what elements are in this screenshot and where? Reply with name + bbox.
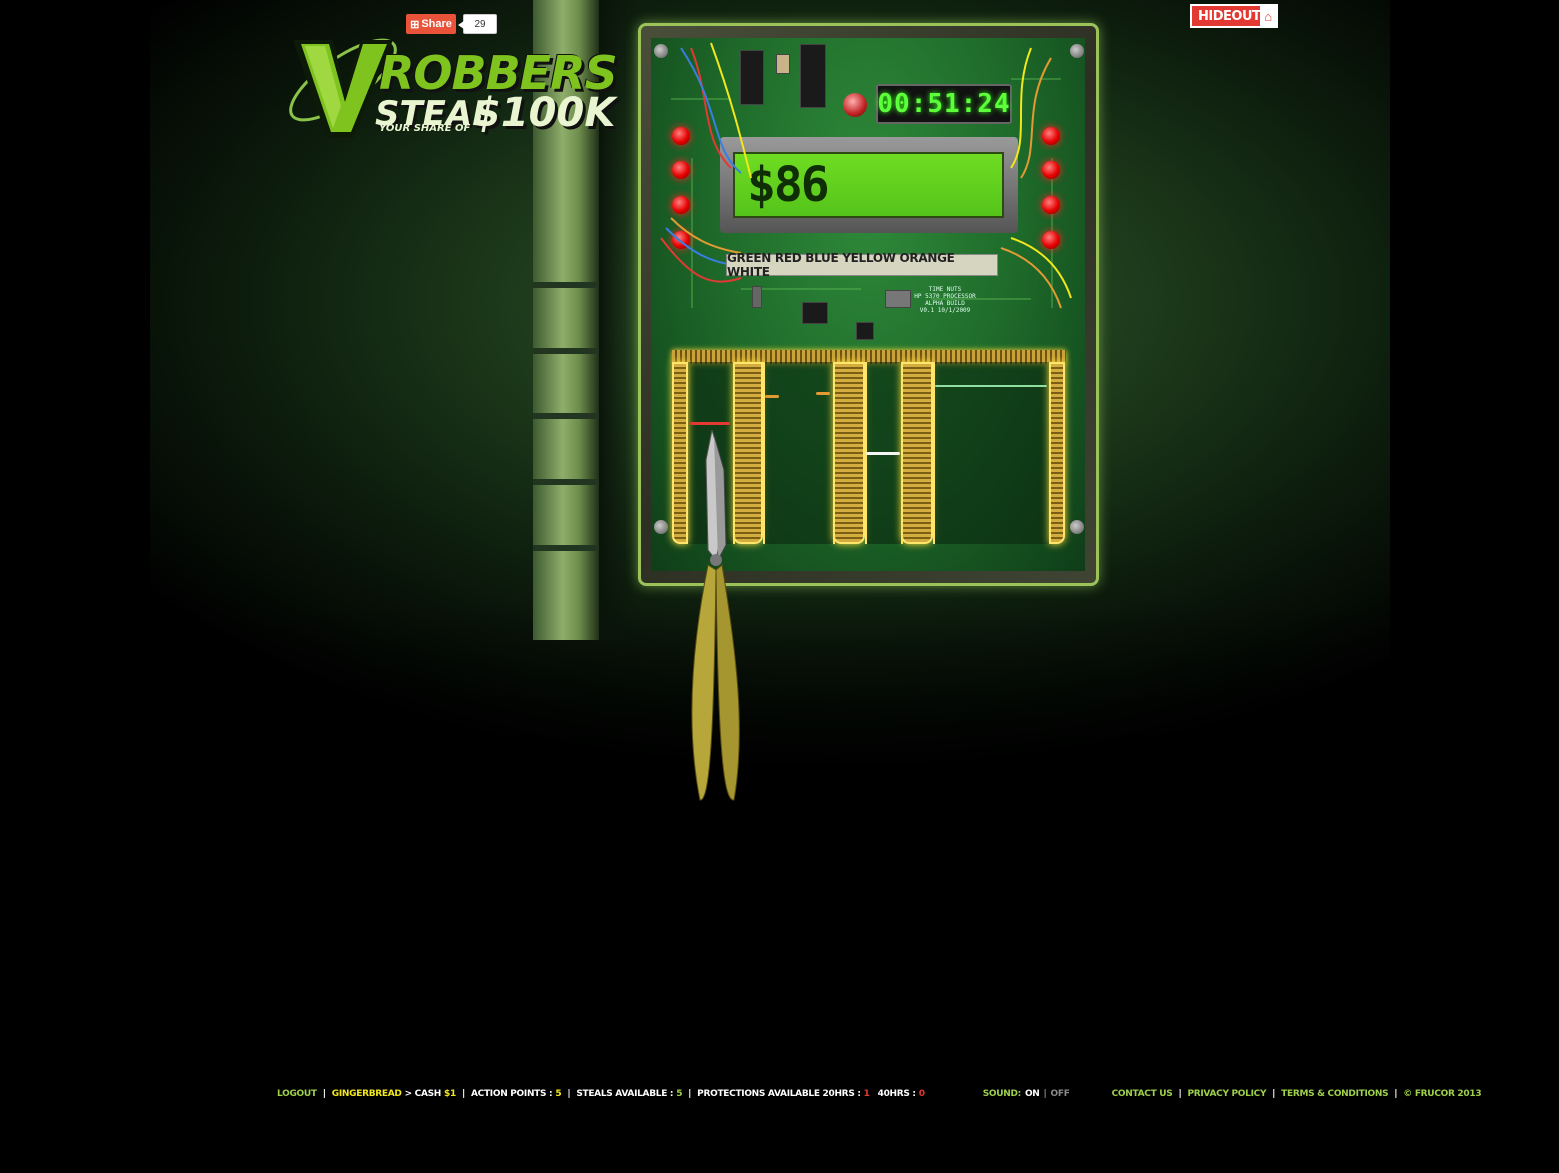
column-gap [533, 479, 599, 485]
hideout-label: HIDEOUT [1198, 8, 1261, 24]
column-gap [533, 282, 599, 288]
copyright: © FRUCOR 2013 [1403, 1089, 1482, 1099]
separator: | [1178, 1089, 1182, 1099]
steals-value: 5 [676, 1089, 683, 1099]
column-gap [533, 545, 599, 551]
wire-slot-2[interactable] [763, 362, 835, 544]
wire-slot-4[interactable] [933, 362, 1051, 544]
cut-wire-red[interactable] [690, 422, 730, 425]
hideout-button[interactable]: HIDEOUT ⌂ [1190, 4, 1278, 28]
logout-link[interactable]: LOGOUT [277, 1089, 317, 1099]
connector-finger [833, 362, 865, 544]
protections-label: PROTECTIONS AVAILABLE 20HRS : [697, 1089, 861, 1099]
separator: | [1394, 1089, 1398, 1099]
plus-icon: ⊞ [410, 18, 420, 31]
wire-bundle [660, 42, 1072, 309]
separator: | [1043, 1089, 1047, 1099]
contact-link[interactable]: CONTACT US [1112, 1089, 1173, 1099]
sound-label: SOUND: [982, 1089, 1022, 1099]
wire-cutter-pliers[interactable] [686, 430, 746, 805]
screw [1070, 520, 1084, 534]
screw [654, 520, 668, 534]
protections-40-label: 40HRS : [877, 1089, 916, 1099]
action-points-label: ACTION POINTS : [470, 1089, 553, 1099]
connector-finger [901, 362, 933, 544]
background-fade [0, 600, 1559, 900]
logo-prize: $100K [473, 90, 616, 136]
privacy-link[interactable]: PRIVACY POLICY [1187, 1089, 1266, 1099]
logo-tagline-small: YOUR SHARE OF [379, 123, 471, 134]
sound-off-toggle[interactable]: OFF [1051, 1089, 1070, 1099]
cut-wire-orange[interactable] [765, 395, 779, 398]
connector-finger [1049, 362, 1065, 544]
separator: | [461, 1089, 465, 1099]
cash-value: $1 [444, 1089, 456, 1099]
separator: | [567, 1089, 571, 1099]
share-button[interactable]: ⊞ Share [406, 14, 456, 34]
cut-wire-orange[interactable] [816, 392, 830, 395]
wire-white[interactable] [866, 452, 900, 455]
steals-label: STEALS AVAILABLE : [576, 1089, 674, 1099]
chip-label: TIME NUTS HP 5370 PROCESSOR ALPHA BUILD … [914, 286, 976, 314]
separator: | [688, 1089, 692, 1099]
wire-green[interactable] [935, 385, 1047, 387]
terms-link[interactable]: TERMS & CONDITIONS [1281, 1089, 1388, 1099]
action-points-value: 5 [555, 1089, 562, 1099]
share-label: Share [421, 18, 452, 30]
footer-bar: LOGOUT | GINGERBREAD > CASH $1 | ACTION … [277, 1086, 1482, 1102]
username: GINGERBREAD [331, 1089, 402, 1099]
sound-on-toggle[interactable]: ON [1025, 1089, 1040, 1099]
separator: | [1272, 1089, 1276, 1099]
protections-20-value: 1 [863, 1089, 870, 1099]
column-gap [533, 348, 599, 354]
cash-label: > CASH [404, 1089, 442, 1099]
separator: | [322, 1089, 326, 1099]
share-count: 29 [458, 14, 497, 34]
column-gap [533, 413, 599, 419]
protections-40-value: 0 [918, 1089, 925, 1099]
wire-order-label: GREEN RED BLUE YELLOW ORANGE WHITE [726, 251, 998, 279]
home-icon: ⌂ [1260, 6, 1276, 26]
